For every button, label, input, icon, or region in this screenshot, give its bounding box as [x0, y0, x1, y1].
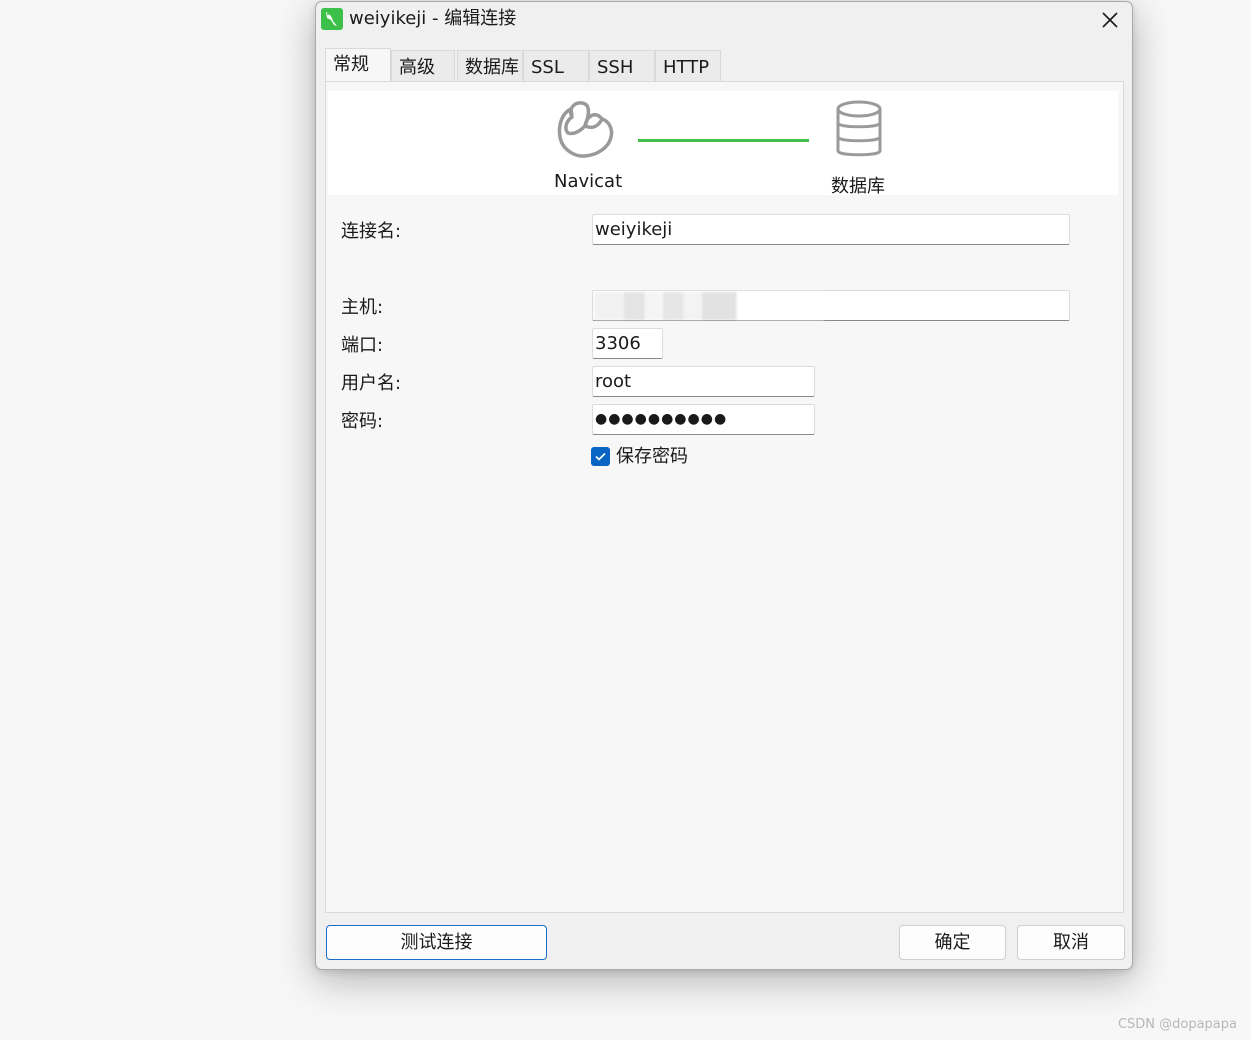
window-title: weiyikeji - 编辑连接 — [349, 8, 517, 29]
connection-name-label: 连接名: — [341, 221, 402, 242]
connection-name-input[interactable]: weiyikeji — [592, 214, 1070, 245]
tab-general[interactable]: 常规 — [325, 48, 391, 82]
username-input[interactable]: root — [592, 366, 815, 397]
tab-ssl[interactable]: SSL — [523, 50, 589, 81]
title-bar: weiyikeji - 编辑连接 — [316, 2, 1132, 38]
database-icon — [836, 100, 882, 157]
edit-connection-dialog: weiyikeji - 编辑连接 常规 高级 数据库 SSL SSH HTTP … — [315, 1, 1133, 970]
save-password-label: 保存密码 — [616, 446, 688, 467]
connection-diagram: Navicat 数据库 — [328, 91, 1118, 197]
tab-advanced[interactable]: 高级 — [391, 50, 455, 81]
password-input[interactable]: ●●●●●●●●●● — [592, 404, 815, 435]
checkmark-icon — [595, 452, 606, 461]
watermark: CSDN @dopapapa — [1117, 1017, 1237, 1032]
navicat-logo-icon — [321, 8, 343, 30]
connection-line — [638, 139, 809, 142]
navicat-icon — [557, 101, 614, 158]
host-label: 主机: — [341, 297, 384, 318]
tab-database[interactable]: 数据库 — [457, 50, 523, 81]
cancel-button[interactable]: 取消 — [1017, 925, 1125, 960]
tab-ssh[interactable]: SSH — [589, 50, 655, 81]
redacted-host — [594, 292, 824, 320]
test-connection-button[interactable]: 测试连接 — [326, 925, 547, 960]
ok-button[interactable]: 确定 — [899, 925, 1006, 960]
save-password-checkbox[interactable] — [591, 447, 610, 466]
password-label: 密码: — [341, 411, 384, 432]
host-input[interactable] — [592, 290, 1070, 321]
port-input[interactable]: 3306 — [592, 328, 663, 359]
database-label: 数据库 — [831, 176, 885, 197]
tab-http[interactable]: HTTP — [655, 50, 721, 81]
username-label: 用户名: — [341, 373, 402, 394]
general-panel: Navicat 数据库 连接名: weiyikeji 主机: 端口: 3306 … — [325, 81, 1124, 913]
close-button[interactable] — [1094, 4, 1126, 36]
port-label: 端口: — [341, 335, 384, 356]
navicat-label: Navicat — [554, 171, 623, 192]
close-icon — [1102, 12, 1118, 28]
